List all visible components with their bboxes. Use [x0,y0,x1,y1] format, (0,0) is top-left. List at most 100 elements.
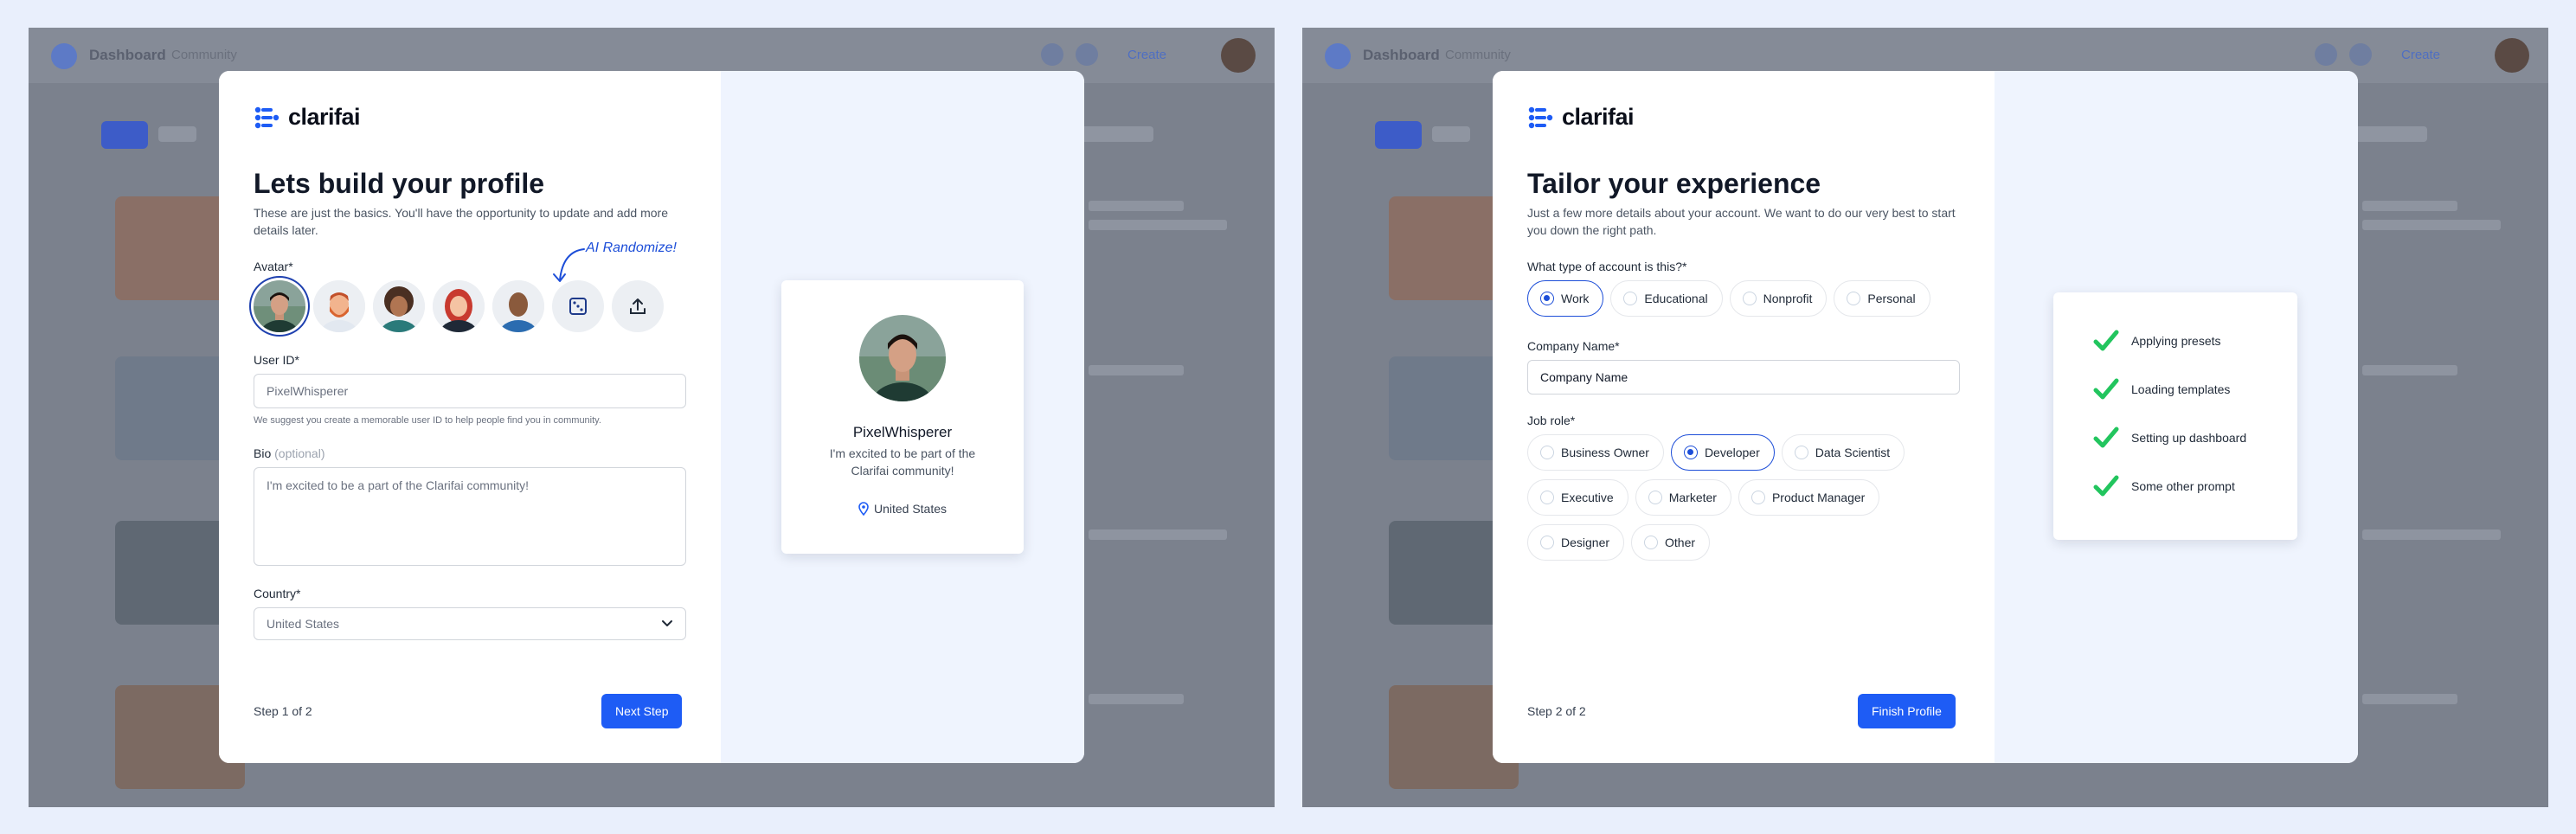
background-text [1089,529,1227,540]
background-text [1089,220,1227,230]
radio-icon [1623,292,1638,305]
chevron-down-icon [662,620,672,626]
preview-user-name: PixelWhisperer [852,424,953,440]
account-type-educational[interactable]: Educational [1610,280,1723,317]
radio-label: Developer [1704,446,1760,459]
step-indicator: Step 2 of 2 [1527,704,1586,718]
background-logo [51,43,77,69]
avatar-option-bald[interactable] [492,280,544,332]
background-app-subtitle: Community [171,48,237,62]
job-role-group-row-2: Executive Marketer Product Manager [1527,479,1880,516]
background-text [2362,201,2457,211]
user-id-label: User ID* [254,353,299,367]
radio-label: Business Owner [1561,446,1649,459]
background-logo [1325,43,1351,69]
bio-label: Bio (optional) [254,446,325,460]
account-type-label: What type of account is this?* [1527,260,1687,273]
checklist-item: Setting up dashboard [2093,426,2246,450]
job-role-product-manager[interactable]: Product Manager [1738,479,1880,516]
checklist-item-label: Setting up dashboard [2131,431,2247,445]
job-role-marketer[interactable]: Marketer [1635,479,1731,516]
background-icon [2315,43,2337,66]
job-role-executive[interactable]: Executive [1527,479,1628,516]
radio-icon [1751,491,1765,504]
finish-profile-button[interactable]: Finish Profile [1858,694,1956,728]
account-type-group: Work Educational Nonprofit Personal [1527,280,1930,317]
account-type-work[interactable]: Work [1527,280,1604,317]
clarifai-logo-icon [254,106,279,128]
bio-input[interactable]: I'm excited to be a part of the Clarifai… [254,467,686,566]
job-role-other[interactable]: Other [1631,524,1711,561]
radio-icon [1648,491,1662,504]
avatar-option-beard[interactable] [313,280,365,332]
job-role-designer[interactable]: Designer [1527,524,1625,561]
background-icon [2349,43,2372,66]
country-label: Country* [254,587,301,600]
background-icon [1076,43,1098,66]
avatar-option-redhair[interactable] [433,280,485,332]
radio-label: Work [1561,292,1590,305]
checkmark-icon [2093,330,2119,351]
background-text [2362,365,2457,375]
preview-avatar [859,315,946,401]
page-title: Lets build your profile [254,168,545,199]
background-app-title: Dashboard [89,47,166,63]
radio-label: Data Scientist [1815,446,1891,459]
location-pin-icon [858,502,869,516]
dice-icon[interactable] [552,280,604,332]
user-id-input[interactable] [254,374,686,408]
preview-bio: I'm excited to be part of the Clarifai c… [829,446,976,478]
avatar-option-curly[interactable] [373,280,425,332]
brand-logo: clarifai [254,104,361,131]
background-text [2362,529,2501,540]
radio-icon [1742,292,1757,305]
upload-icon[interactable] [612,280,664,332]
radio-icon [1540,446,1554,459]
radio-label: Educational [1644,292,1708,305]
radio-icon [1794,446,1808,459]
radio-icon [1540,491,1554,504]
job-role-developer[interactable]: Developer [1670,434,1775,471]
checkmark-icon [2093,378,2119,400]
checklist-item: Loading templates [2093,377,2230,401]
avatar-option-selected[interactable] [254,280,305,332]
radio-label: Product Manager [1771,491,1866,504]
background-tab [1432,126,1470,142]
radio-label: Personal [1867,292,1916,305]
background-tab [101,121,148,149]
job-role-data-scientist[interactable]: Data Scientist [1781,434,1905,471]
background-text [2362,694,2457,704]
account-type-nonprofit[interactable]: Nonprofit [1729,280,1828,317]
background-text [1089,694,1184,704]
radio-label: Nonprofit [1763,292,1813,305]
setup-checklist-card: Applying presets Loading templates Setti… [2053,292,2297,540]
bio-optional-tag: (optional) [274,446,325,460]
account-type-personal[interactable]: Personal [1834,280,1930,317]
job-role-business-owner[interactable]: Business Owner [1527,434,1664,471]
bio-label-text: Bio [254,446,272,460]
preview-location-text: United States [873,502,948,516]
background-app-title: Dashboard [1363,47,1440,63]
job-role-label: Job role* [1527,414,1576,427]
checklist-item: Some other prompt [2093,474,2235,498]
company-name-label: Company Name* [1527,339,1620,353]
brand-logo: clarifai [1527,104,1635,131]
radio-label: Other [1665,536,1696,549]
clarifai-logo-icon [1528,106,1553,128]
radio-icon [1644,536,1659,549]
company-name-input[interactable] [1527,360,1960,395]
next-step-button[interactable]: Next Step [601,694,683,728]
radio-label: Executive [1561,491,1614,504]
background-tab [1375,121,1422,149]
avatar-label: Avatar* [254,260,293,273]
radio-icon [1540,536,1554,549]
radio-icon [1847,292,1861,305]
checkmark-icon [2093,427,2119,448]
background-text [2362,220,2501,230]
country-select[interactable]: United States [254,607,686,640]
background-text [1089,365,1184,375]
job-role-group-row-3: Designer Other [1527,524,1711,561]
radio-label: Designer [1561,536,1610,549]
profile-preview-card: PixelWhisperer I'm excited to be part of… [781,280,1024,554]
profile-modal: clarifai Lets build your profile These a… [219,71,1084,763]
